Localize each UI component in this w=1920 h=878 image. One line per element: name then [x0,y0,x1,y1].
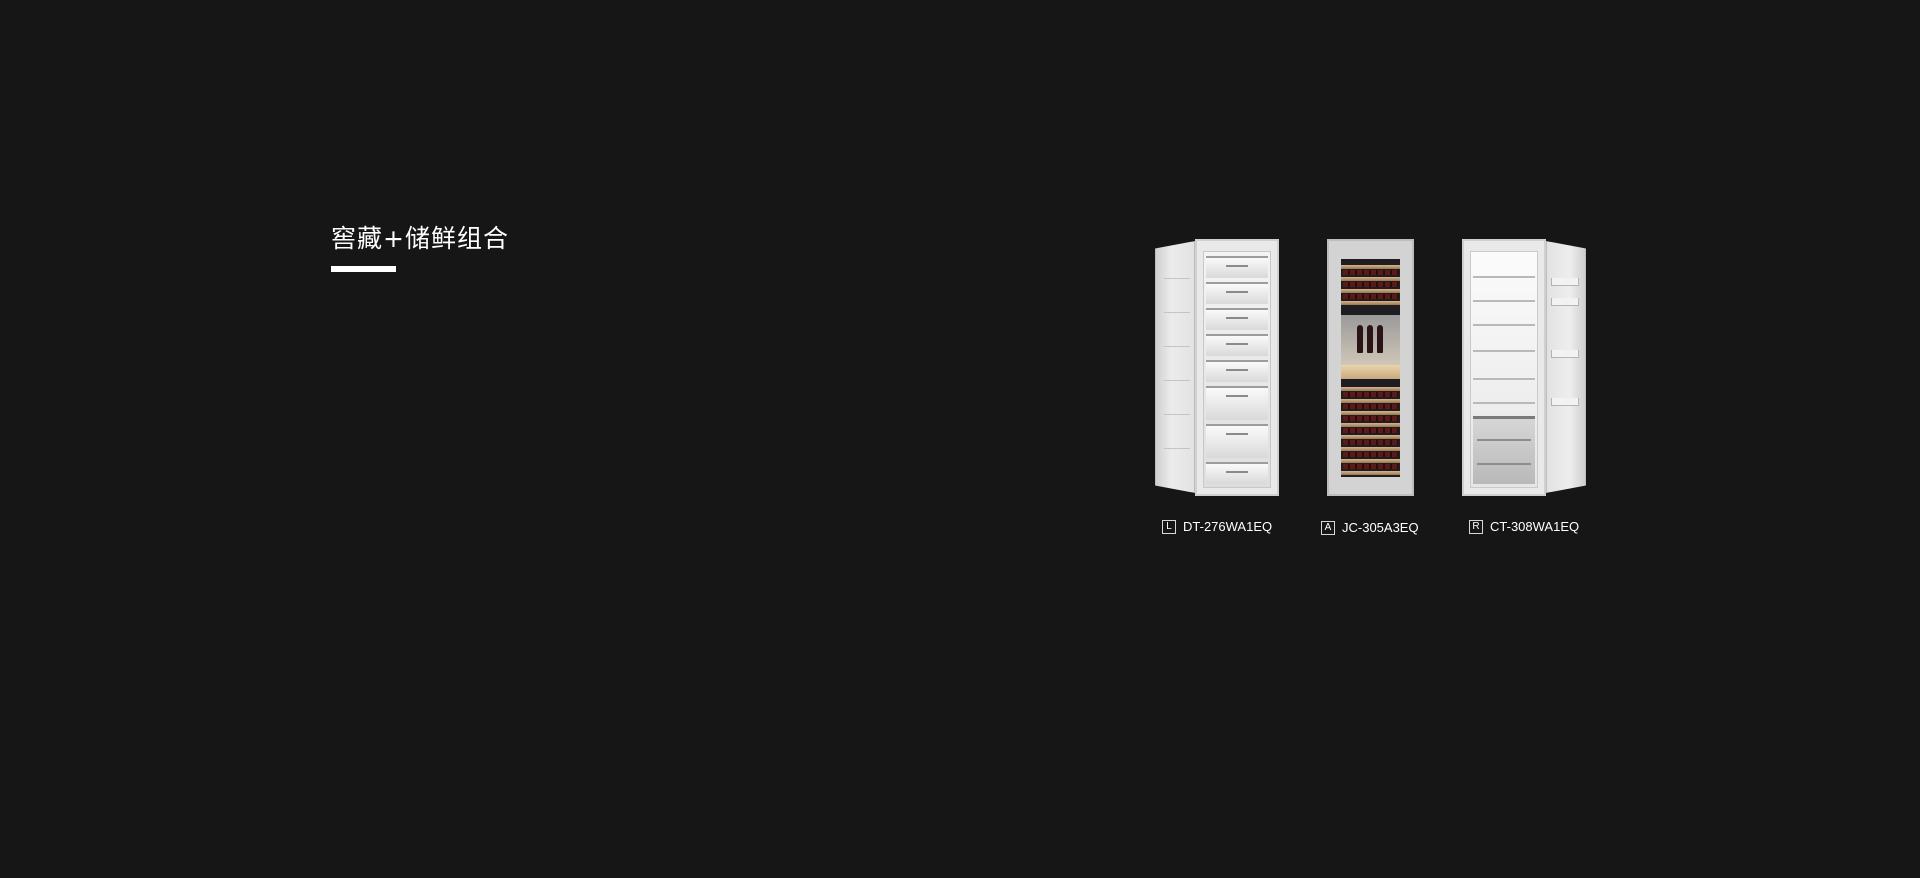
freezer-body [1195,239,1279,496]
model-letter-a: A [1321,520,1335,535]
model-name-a: JC-305A3EQ [1342,520,1419,535]
refrigerator-door-open-right-icon [1462,239,1586,496]
title-block: 窖藏+储鲜组合 [331,222,509,272]
title-underline [331,266,396,272]
model-name-r: CT-308WA1EQ [1490,519,1580,534]
freezer-door-open-left-icon [1155,239,1279,496]
model-caption-l: L DT-276WA1EQ [1162,519,1272,534]
model-name-l: DT-276WA1EQ [1183,519,1273,534]
wine-cabinet-icon [1327,239,1414,496]
refrigerator-cavity [1470,251,1538,488]
model-caption-r: R CT-308WA1EQ [1469,519,1579,534]
freezer-door [1155,241,1195,493]
wine-cabinet-body [1327,239,1414,496]
freezer-cavity [1203,251,1271,488]
page-title: 窖藏+储鲜组合 [331,224,509,253]
refrigerator-chiller-drawer [1473,416,1535,484]
wine-cabinet-glass [1341,259,1400,477]
model-caption-a: A JC-305A3EQ [1321,520,1419,535]
wine-display-zone [1341,315,1400,365]
model-letter-l: L [1162,519,1176,534]
refrigerator-body [1462,239,1546,496]
refrigerator-door [1546,241,1586,493]
model-letter-r: R [1469,519,1483,534]
page: 窖藏+储鲜组合 L DT-276WA1EQ A JC-305A3EQ R CT-… [0,0,1920,878]
